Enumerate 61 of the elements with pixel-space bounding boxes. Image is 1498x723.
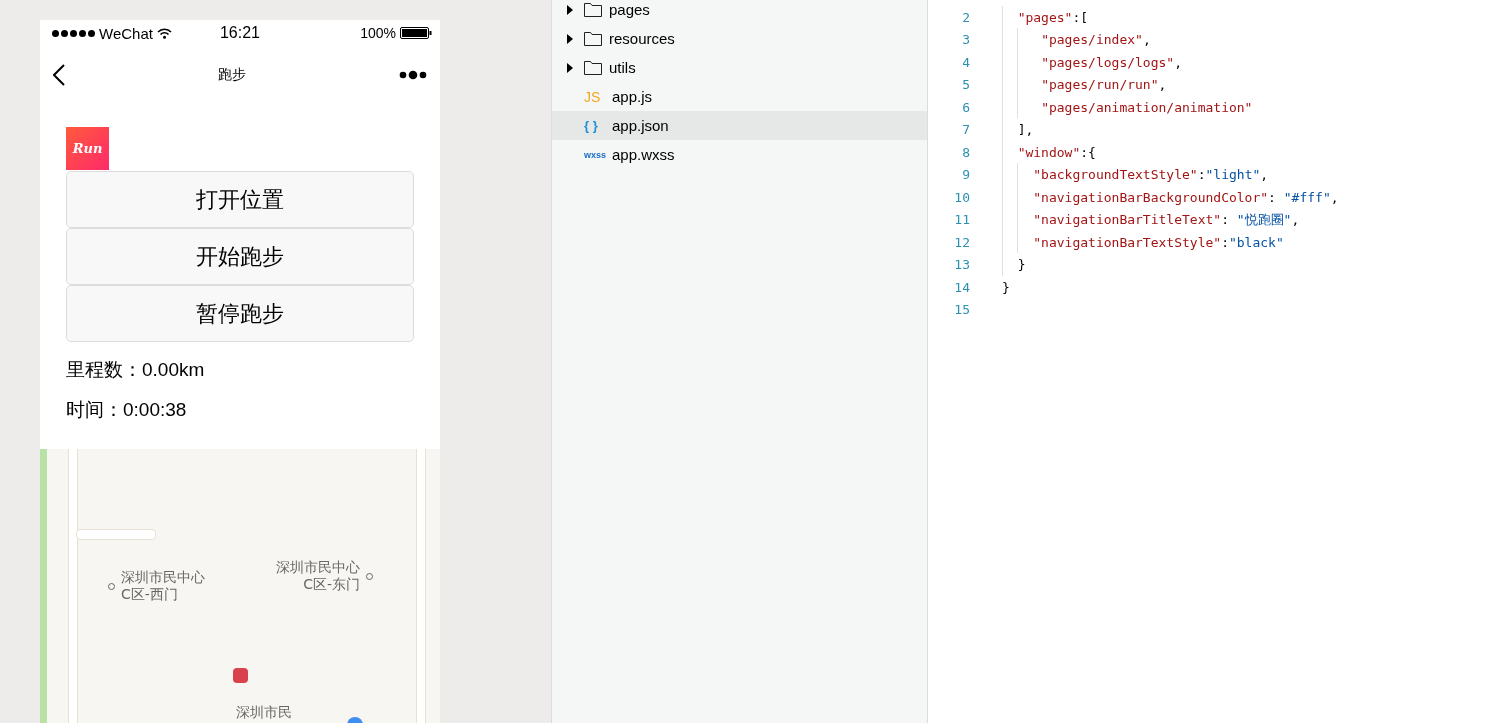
battery-percent: 100% [360, 25, 396, 41]
line-number: 3 [961, 32, 970, 48]
action-button[interactable]: 打开位置 [66, 171, 414, 228]
status-time: 16:21 [219, 24, 260, 42]
code-line: } [1002, 279, 1010, 295]
caret-icon [567, 4, 573, 15]
location-marker [233, 668, 248, 683]
file-tree-item[interactable]: { } app.json [552, 111, 927, 140]
stat-text: 里程数：0.00km [66, 358, 205, 382]
code-line: "pages/logs/logs", [1041, 54, 1182, 70]
caret-icon [567, 33, 573, 44]
folder-icon [584, 31, 602, 46]
place-label: 深圳市民中心 C区-西门 [121, 569, 205, 603]
file-tree-item[interactable]: wxss app.wxss [552, 140, 927, 169]
signal-icon [52, 29, 95, 37]
line-number: 5 [961, 77, 970, 93]
braces-icon: { } [584, 118, 612, 133]
folder-icon [584, 60, 602, 75]
more-icon[interactable] [399, 70, 427, 80]
code-line: "pages/run/run", [1041, 77, 1167, 93]
page-title: 跑步 [218, 66, 246, 84]
line-number: 13 [953, 257, 970, 273]
code-line: "navigationBarTextStyle":"black" [1033, 234, 1284, 250]
caret-icon [567, 62, 573, 73]
wifi-icon [156, 27, 172, 39]
file-tree-item[interactable]: resources [552, 24, 927, 53]
code-line: "pages/animation/animation" [1041, 99, 1253, 115]
code-line: "pages":[ [1017, 9, 1089, 25]
app-logo: Run [66, 127, 109, 170]
place-label: 深圳市民 [236, 704, 292, 721]
file-tree-item[interactable]: utils [552, 53, 927, 82]
line-number: 10 [953, 189, 970, 205]
line-number: 11 [953, 212, 970, 228]
line-number: 14 [953, 279, 970, 295]
action-button[interactable]: 暂停跑步 [66, 285, 414, 342]
line-number: 2 [961, 9, 970, 25]
back-icon[interactable] [53, 64, 65, 86]
code-line: "pages/index", [1041, 32, 1151, 48]
folder-icon [584, 2, 602, 17]
js-file-icon: JS [584, 88, 612, 105]
code-line: ], [1017, 122, 1034, 138]
code-line: "navigationBarTitleText": "悦跑圈", [1033, 210, 1300, 229]
code-line: "window":{ [1017, 144, 1096, 160]
line-number: 15 [953, 302, 970, 318]
battery-icon [400, 27, 432, 39]
stat-text: 时间：0:00:38 [66, 398, 187, 422]
line-number: 9 [961, 167, 970, 183]
code-line: "navigationBarBackgroundColor": "#fff", [1033, 189, 1339, 205]
wxss-file-icon: wxss [584, 149, 612, 160]
action-button[interactable]: 开始跑步 [66, 228, 414, 285]
file-tree-item[interactable]: pages [552, 0, 927, 24]
file-tree-item[interactable]: JS app.js [552, 82, 927, 111]
line-number: 8 [961, 144, 970, 160]
place-label: 深圳市民中心 C区-东门 [276, 559, 360, 593]
line-number: 4 [961, 54, 970, 70]
line-number: 7 [961, 122, 970, 138]
code-line: } [1017, 257, 1026, 273]
carrier-name: WeChat [99, 24, 153, 42]
code-line: "backgroundTextStyle":"light", [1033, 167, 1269, 183]
line-number: 12 [953, 234, 970, 250]
line-number: 6 [961, 99, 970, 115]
